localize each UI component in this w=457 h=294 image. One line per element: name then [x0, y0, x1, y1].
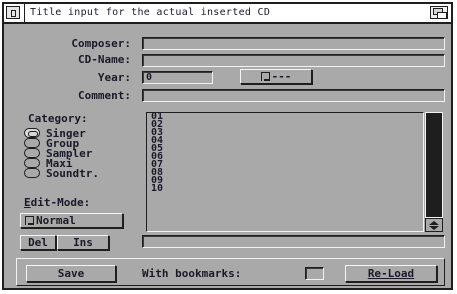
track-list[interactable]: 01 02 03 04 05 06 07 08 09 10	[146, 112, 424, 232]
scroll-arrows-icon[interactable]	[425, 218, 443, 232]
bookmarks-checkbox[interactable]	[305, 267, 324, 280]
list-item[interactable]: 04	[147, 136, 423, 146]
list-item[interactable]: 02	[147, 120, 423, 130]
radio-icon	[24, 138, 40, 148]
edit-mode-value: Normal	[36, 214, 76, 227]
radio-selected-icon	[24, 128, 40, 138]
composer-label: Composer:	[71, 37, 131, 50]
edit-mode-label: Edit-Mode:	[24, 196, 91, 209]
list-item[interactable]: 07	[147, 160, 423, 170]
list-item[interactable]: 08	[147, 168, 423, 178]
year-label: Year:	[97, 71, 131, 84]
composer-input[interactable]	[142, 37, 445, 50]
depth-gadget-icon[interactable]	[430, 6, 448, 19]
comment-label: Comment:	[78, 89, 131, 102]
window-title: Title input for the actual inserted CD	[30, 7, 271, 18]
cd-name-label: CD-Name:	[78, 53, 131, 66]
cd-title-window: Title input for the actual inserted CD C…	[2, 2, 453, 290]
reload-button[interactable]: Re-Load	[345, 265, 437, 282]
radio-icon	[24, 148, 40, 158]
radio-icon	[24, 158, 40, 168]
cd-name-input[interactable]	[142, 54, 445, 67]
radio-icon	[24, 168, 40, 178]
list-item[interactable]: 01	[147, 113, 423, 122]
category-label: Category:	[28, 112, 88, 125]
del-button[interactable]: Del	[20, 235, 56, 250]
close-icon[interactable]	[6, 6, 20, 19]
title-divider	[24, 4, 25, 22]
list-item[interactable]: 03	[147, 128, 423, 138]
bookmarks-label: With bookmarks:	[142, 267, 242, 280]
list-item[interactable]: 09	[147, 176, 423, 186]
scrollbar[interactable]	[425, 112, 443, 218]
list-item[interactable]: 06	[147, 152, 423, 162]
edit-mode-cycle-button[interactable]: Normal	[20, 213, 123, 228]
title-bar[interactable]: Title input for the actual inserted CD	[4, 4, 451, 24]
track-title-input[interactable]	[142, 235, 445, 248]
list-item[interactable]: 05	[147, 144, 423, 154]
year-cycle-button[interactable]: ---	[240, 69, 312, 84]
cycle-icon	[260, 72, 270, 81]
cycle-icon	[25, 216, 34, 225]
ins-button[interactable]: Ins	[57, 235, 109, 250]
comment-input[interactable]	[142, 89, 445, 102]
save-button[interactable]: Save	[26, 265, 116, 282]
year-cycle-label: ---	[271, 70, 292, 83]
year-input[interactable]: 0	[142, 71, 213, 84]
list-item[interactable]: 10	[147, 184, 423, 194]
